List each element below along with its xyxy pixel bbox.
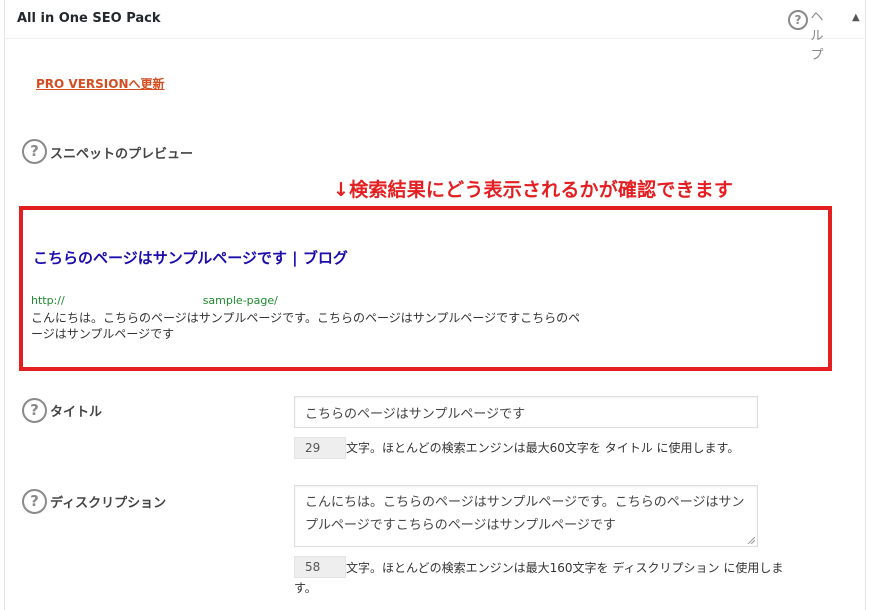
title-char-count: 29 — [294, 437, 346, 459]
snippet-url-suffix: sample-page/ — [202, 294, 278, 307]
metabox-header: All in One SEO Pack — [4, 0, 864, 39]
snippet-help-icon[interactable]: ? — [22, 139, 47, 164]
description-textarea[interactable]: こんにちは。こちらのページはサンプルページです。こちらのページはサンプルページで… — [294, 485, 758, 547]
description-hint: 文字。ほとんどの検索エンジンは最大160文字を ディスクリプション に使用します… — [294, 561, 784, 595]
snippet-url: http:// sample-page/ — [31, 294, 278, 307]
title-input[interactable]: こちらのページはサンプルページです — [294, 396, 758, 428]
metabox-title: All in One SEO Pack — [17, 11, 161, 26]
description-textarea-value: こんにちは。こちらのページはサンプルページです。こちらのページはサンプルページで… — [305, 495, 745, 533]
help-label[interactable]: ヘルプ — [810, 8, 824, 65]
description-label: ディスクリプション — [50, 496, 167, 511]
annotation-text: ↓検索結果にどう表示されるかが確認できます — [333, 179, 734, 201]
description-help-icon[interactable]: ? — [22, 489, 47, 514]
title-hint: 文字。ほとんどの検索エンジンは最大60文字を タイトル に使用します。 — [346, 441, 740, 455]
title-help-icon[interactable]: ? — [22, 398, 47, 423]
help-question-icon[interactable]: ? — [788, 10, 808, 30]
snippet-description: こんにちは。こちらのページはサンプルページです。こちらのページはサンプルページで… — [31, 311, 581, 341]
snippet-url-prefix: http:// — [31, 294, 65, 307]
title-label: タイトル — [50, 405, 103, 420]
resize-handle-icon[interactable] — [747, 536, 755, 544]
snippet-title: こちらのページはサンプルページです | ブログ — [33, 249, 348, 267]
snippet-preview-box: こちらのページはサンプルページです | ブログ http:// sample-pa… — [19, 206, 832, 371]
toggle-panel-icon[interactable]: ▲ — [852, 12, 860, 23]
pro-version-link[interactable]: PRO VERSIONへ更新 — [36, 75, 165, 92]
snippet-preview-label: スニペットのプレビュー — [50, 147, 194, 162]
